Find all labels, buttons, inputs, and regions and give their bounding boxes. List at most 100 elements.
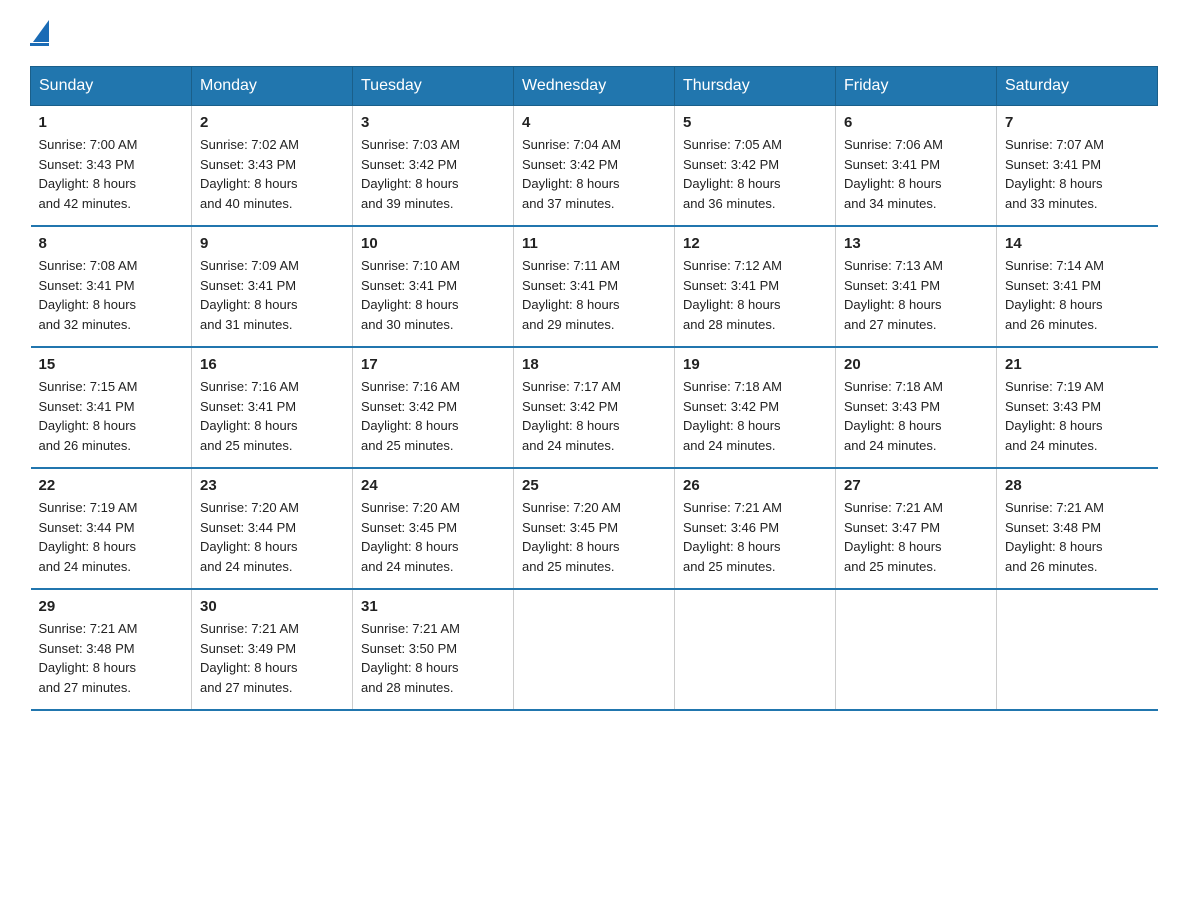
- calendar-week-row: 8 Sunrise: 7:08 AM Sunset: 3:41 PM Dayli…: [31, 226, 1158, 347]
- calendar-cell: 21 Sunrise: 7:19 AM Sunset: 3:43 PM Dayl…: [997, 347, 1158, 468]
- calendar-cell: 15 Sunrise: 7:15 AM Sunset: 3:41 PM Dayl…: [31, 347, 192, 468]
- logo-triangle-icon: [33, 20, 49, 42]
- calendar-cell: 31 Sunrise: 7:21 AM Sunset: 3:50 PM Dayl…: [353, 589, 514, 710]
- calendar-cell: 9 Sunrise: 7:09 AM Sunset: 3:41 PM Dayli…: [192, 226, 353, 347]
- day-info: Sunrise: 7:18 AM Sunset: 3:43 PM Dayligh…: [844, 377, 988, 455]
- logo: [30, 20, 49, 46]
- col-wednesday: Wednesday: [514, 67, 675, 106]
- calendar-cell: [836, 589, 997, 710]
- calendar-cell: 16 Sunrise: 7:16 AM Sunset: 3:41 PM Dayl…: [192, 347, 353, 468]
- day-info: Sunrise: 7:21 AM Sunset: 3:50 PM Dayligh…: [361, 619, 505, 697]
- calendar-cell: 17 Sunrise: 7:16 AM Sunset: 3:42 PM Dayl…: [353, 347, 514, 468]
- day-number: 13: [844, 235, 988, 252]
- day-info: Sunrise: 7:16 AM Sunset: 3:41 PM Dayligh…: [200, 377, 344, 455]
- calendar-cell: [514, 589, 675, 710]
- day-number: 28: [1005, 477, 1150, 494]
- day-info: Sunrise: 7:19 AM Sunset: 3:43 PM Dayligh…: [1005, 377, 1150, 455]
- day-number: 21: [1005, 356, 1150, 373]
- day-number: 27: [844, 477, 988, 494]
- day-info: Sunrise: 7:04 AM Sunset: 3:42 PM Dayligh…: [522, 135, 666, 213]
- calendar-cell: 10 Sunrise: 7:10 AM Sunset: 3:41 PM Dayl…: [353, 226, 514, 347]
- calendar-week-row: 29 Sunrise: 7:21 AM Sunset: 3:48 PM Dayl…: [31, 589, 1158, 710]
- col-monday: Monday: [192, 67, 353, 106]
- day-number: 18: [522, 356, 666, 373]
- calendar-table: Sunday Monday Tuesday Wednesday Thursday…: [30, 66, 1158, 711]
- day-info: Sunrise: 7:21 AM Sunset: 3:46 PM Dayligh…: [683, 498, 827, 576]
- day-number: 12: [683, 235, 827, 252]
- day-info: Sunrise: 7:15 AM Sunset: 3:41 PM Dayligh…: [39, 377, 184, 455]
- day-number: 4: [522, 114, 666, 131]
- day-number: 6: [844, 114, 988, 131]
- day-number: 25: [522, 477, 666, 494]
- day-number: 1: [39, 114, 184, 131]
- day-info: Sunrise: 7:08 AM Sunset: 3:41 PM Dayligh…: [39, 256, 184, 334]
- day-number: 22: [39, 477, 184, 494]
- day-number: 26: [683, 477, 827, 494]
- day-info: Sunrise: 7:20 AM Sunset: 3:45 PM Dayligh…: [522, 498, 666, 576]
- calendar-cell: 3 Sunrise: 7:03 AM Sunset: 3:42 PM Dayli…: [353, 106, 514, 227]
- calendar-cell: 2 Sunrise: 7:02 AM Sunset: 3:43 PM Dayli…: [192, 106, 353, 227]
- day-info: Sunrise: 7:21 AM Sunset: 3:47 PM Dayligh…: [844, 498, 988, 576]
- calendar-cell: [997, 589, 1158, 710]
- day-info: Sunrise: 7:19 AM Sunset: 3:44 PM Dayligh…: [39, 498, 184, 576]
- day-info: Sunrise: 7:21 AM Sunset: 3:49 PM Dayligh…: [200, 619, 344, 697]
- calendar-cell: 8 Sunrise: 7:08 AM Sunset: 3:41 PM Dayli…: [31, 226, 192, 347]
- day-number: 7: [1005, 114, 1150, 131]
- day-info: Sunrise: 7:14 AM Sunset: 3:41 PM Dayligh…: [1005, 256, 1150, 334]
- day-number: 23: [200, 477, 344, 494]
- day-number: 19: [683, 356, 827, 373]
- day-number: 9: [200, 235, 344, 252]
- calendar-cell: 14 Sunrise: 7:14 AM Sunset: 3:41 PM Dayl…: [997, 226, 1158, 347]
- day-number: 24: [361, 477, 505, 494]
- calendar-week-row: 15 Sunrise: 7:15 AM Sunset: 3:41 PM Dayl…: [31, 347, 1158, 468]
- logo-underline: [30, 43, 49, 46]
- calendar-cell: 24 Sunrise: 7:20 AM Sunset: 3:45 PM Dayl…: [353, 468, 514, 589]
- day-info: Sunrise: 7:21 AM Sunset: 3:48 PM Dayligh…: [39, 619, 184, 697]
- day-number: 3: [361, 114, 505, 131]
- day-number: 17: [361, 356, 505, 373]
- day-number: 5: [683, 114, 827, 131]
- calendar-header: Sunday Monday Tuesday Wednesday Thursday…: [31, 67, 1158, 106]
- day-info: Sunrise: 7:20 AM Sunset: 3:44 PM Dayligh…: [200, 498, 344, 576]
- col-tuesday: Tuesday: [353, 67, 514, 106]
- day-info: Sunrise: 7:16 AM Sunset: 3:42 PM Dayligh…: [361, 377, 505, 455]
- calendar-cell: 4 Sunrise: 7:04 AM Sunset: 3:42 PM Dayli…: [514, 106, 675, 227]
- day-info: Sunrise: 7:12 AM Sunset: 3:41 PM Dayligh…: [683, 256, 827, 334]
- day-info: Sunrise: 7:13 AM Sunset: 3:41 PM Dayligh…: [844, 256, 988, 334]
- day-info: Sunrise: 7:10 AM Sunset: 3:41 PM Dayligh…: [361, 256, 505, 334]
- day-info: Sunrise: 7:17 AM Sunset: 3:42 PM Dayligh…: [522, 377, 666, 455]
- calendar-cell: 23 Sunrise: 7:20 AM Sunset: 3:44 PM Dayl…: [192, 468, 353, 589]
- calendar-cell: [675, 589, 836, 710]
- col-saturday: Saturday: [997, 67, 1158, 106]
- calendar-cell: 25 Sunrise: 7:20 AM Sunset: 3:45 PM Dayl…: [514, 468, 675, 589]
- day-info: Sunrise: 7:21 AM Sunset: 3:48 PM Dayligh…: [1005, 498, 1150, 576]
- calendar-cell: 11 Sunrise: 7:11 AM Sunset: 3:41 PM Dayl…: [514, 226, 675, 347]
- calendar-cell: 5 Sunrise: 7:05 AM Sunset: 3:42 PM Dayli…: [675, 106, 836, 227]
- calendar-cell: 7 Sunrise: 7:07 AM Sunset: 3:41 PM Dayli…: [997, 106, 1158, 227]
- calendar-cell: 29 Sunrise: 7:21 AM Sunset: 3:48 PM Dayl…: [31, 589, 192, 710]
- day-number: 20: [844, 356, 988, 373]
- day-info: Sunrise: 7:02 AM Sunset: 3:43 PM Dayligh…: [200, 135, 344, 213]
- day-info: Sunrise: 7:20 AM Sunset: 3:45 PM Dayligh…: [361, 498, 505, 576]
- calendar-cell: 26 Sunrise: 7:21 AM Sunset: 3:46 PM Dayl…: [675, 468, 836, 589]
- col-friday: Friday: [836, 67, 997, 106]
- day-number: 2: [200, 114, 344, 131]
- day-info: Sunrise: 7:18 AM Sunset: 3:42 PM Dayligh…: [683, 377, 827, 455]
- calendar-cell: 1 Sunrise: 7:00 AM Sunset: 3:43 PM Dayli…: [31, 106, 192, 227]
- day-info: Sunrise: 7:07 AM Sunset: 3:41 PM Dayligh…: [1005, 135, 1150, 213]
- day-info: Sunrise: 7:05 AM Sunset: 3:42 PM Dayligh…: [683, 135, 827, 213]
- calendar-cell: 6 Sunrise: 7:06 AM Sunset: 3:41 PM Dayli…: [836, 106, 997, 227]
- calendar-body: 1 Sunrise: 7:00 AM Sunset: 3:43 PM Dayli…: [31, 106, 1158, 711]
- calendar-week-row: 22 Sunrise: 7:19 AM Sunset: 3:44 PM Dayl…: [31, 468, 1158, 589]
- day-number: 11: [522, 235, 666, 252]
- calendar-cell: 13 Sunrise: 7:13 AM Sunset: 3:41 PM Dayl…: [836, 226, 997, 347]
- header-row: Sunday Monday Tuesday Wednesday Thursday…: [31, 67, 1158, 106]
- calendar-week-row: 1 Sunrise: 7:00 AM Sunset: 3:43 PM Dayli…: [31, 106, 1158, 227]
- calendar-cell: 28 Sunrise: 7:21 AM Sunset: 3:48 PM Dayl…: [997, 468, 1158, 589]
- day-number: 16: [200, 356, 344, 373]
- day-number: 31: [361, 598, 505, 615]
- calendar-cell: 22 Sunrise: 7:19 AM Sunset: 3:44 PM Dayl…: [31, 468, 192, 589]
- calendar-cell: 30 Sunrise: 7:21 AM Sunset: 3:49 PM Dayl…: [192, 589, 353, 710]
- day-number: 15: [39, 356, 184, 373]
- calendar-cell: 27 Sunrise: 7:21 AM Sunset: 3:47 PM Dayl…: [836, 468, 997, 589]
